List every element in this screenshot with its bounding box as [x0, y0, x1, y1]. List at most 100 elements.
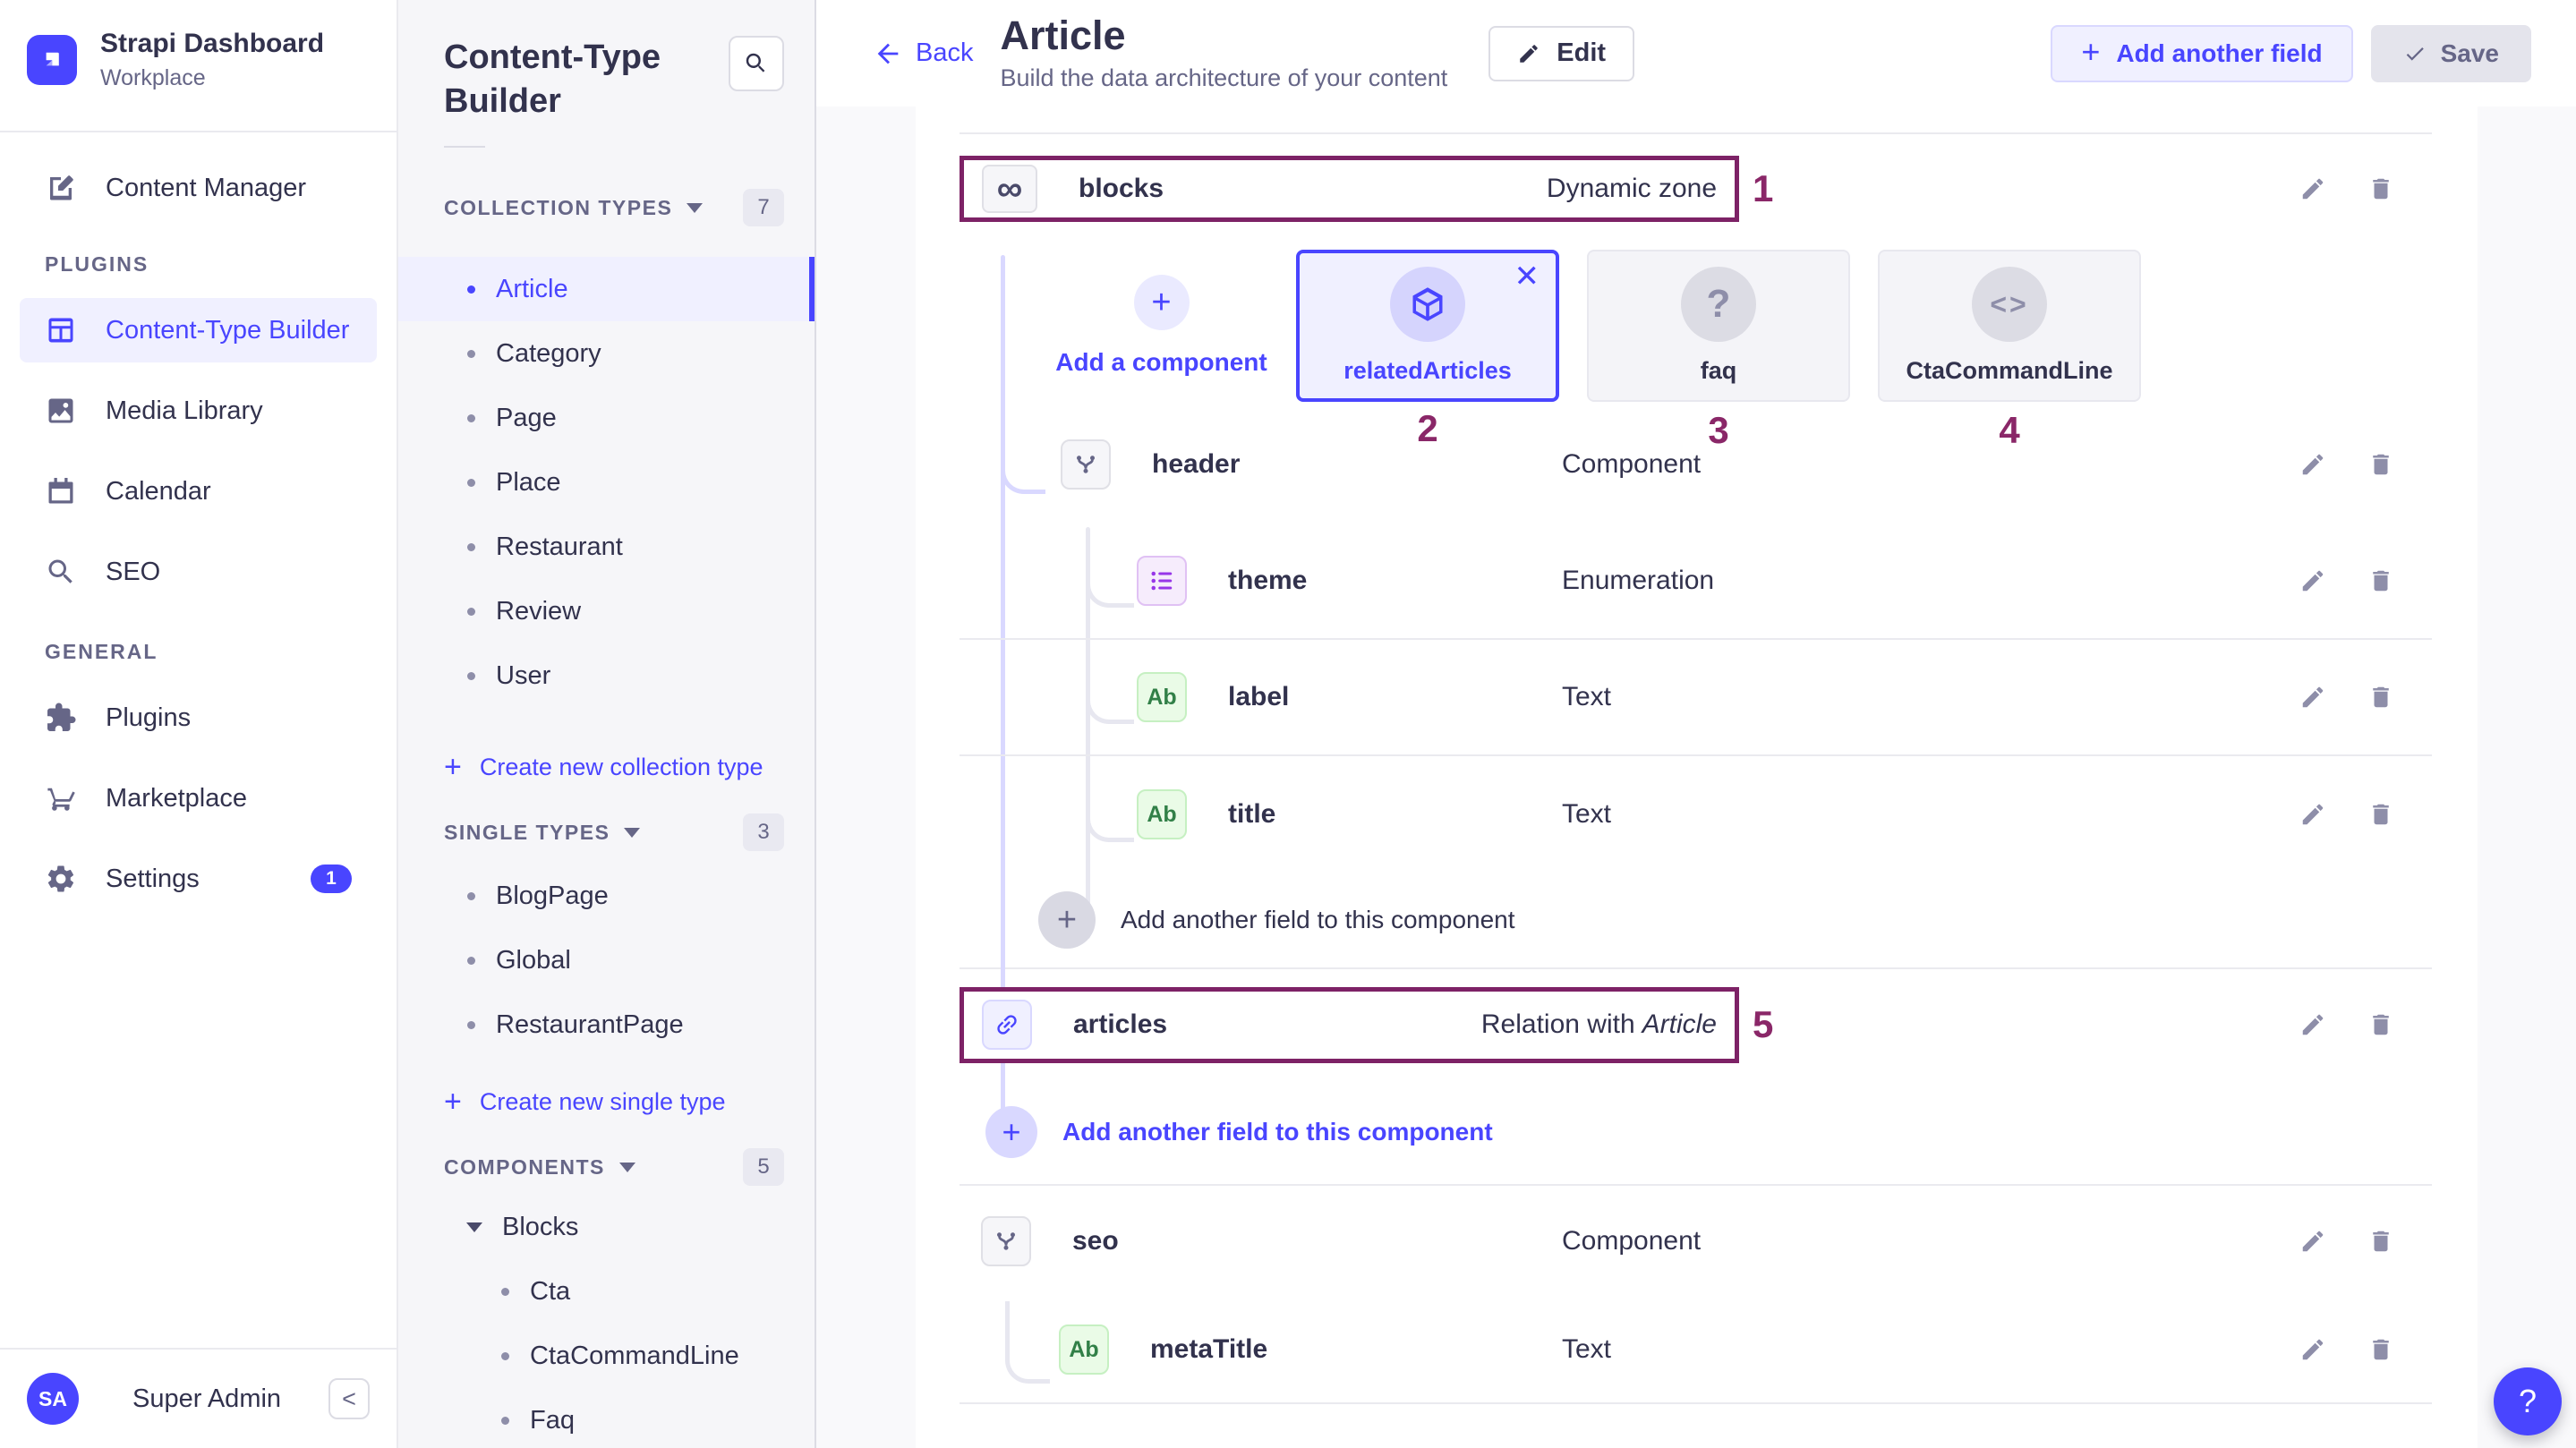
add-field-to-header-component[interactable]: + Add another field to this component: [960, 873, 2432, 967]
create-link-label: Create new collection type: [480, 754, 763, 781]
save-button[interactable]: Save: [2371, 25, 2531, 82]
search-button[interactable]: [729, 36, 784, 91]
components-header[interactable]: COMPONENTS 5: [444, 1148, 784, 1186]
add-field-to-related-component[interactable]: + Add another field to this component: [960, 1080, 2432, 1186]
component-cards: ✕ relatedArticles 2 ? faq 3: [1296, 250, 2141, 402]
subnav-item-blogpage[interactable]: BlogPage: [398, 864, 815, 928]
delete-trash-icon[interactable]: [2367, 1336, 2394, 1363]
subnav-item-label: User: [496, 661, 550, 691]
delete-trash-icon[interactable]: [2367, 1011, 2394, 1038]
subnav-item-label: Faq: [530, 1406, 575, 1435]
delete-trash-icon[interactable]: [2367, 567, 2394, 594]
edit-button[interactable]: Edit: [1488, 26, 1634, 81]
bullet-icon: [467, 672, 475, 680]
back-link[interactable]: Back: [873, 38, 973, 69]
component-card-faq[interactable]: ? faq 3: [1587, 250, 1850, 402]
delete-trash-icon[interactable]: [2367, 175, 2394, 202]
create-single-type-link[interactable]: + Create new single type: [398, 1073, 815, 1130]
bullet-icon: [467, 350, 475, 358]
subnav-item-faq[interactable]: Faq: [398, 1388, 815, 1448]
add-another-field-button[interactable]: + Add another field: [2051, 25, 2352, 82]
user-name: Super Admin: [132, 1384, 328, 1414]
annotation-box-blocks[interactable]: ∞ blocks Dynamic zone 1: [960, 156, 1739, 222]
components-group-blocks[interactable]: Blocks: [398, 1195, 815, 1259]
edit-pencil-icon[interactable]: [2299, 1011, 2326, 1038]
subnav-item-global[interactable]: Global: [398, 928, 815, 992]
subnav-item-place[interactable]: Place: [398, 450, 815, 515]
sidebar-item-label: Calendar: [106, 477, 211, 507]
sidebar-item-label: Media Library: [106, 396, 263, 426]
subnav-item-label: BlogPage: [496, 882, 609, 911]
sidebar-item-label: SEO: [106, 558, 160, 587]
component-card-ctacommandline[interactable]: <> CtaCommandLine 4: [1878, 250, 2141, 402]
sidebar-item-calendar[interactable]: Calendar: [20, 459, 377, 524]
delete-trash-icon[interactable]: [2367, 684, 2394, 711]
sidebar-item-label: Settings: [106, 865, 200, 894]
field-name: theme: [1228, 566, 1307, 596]
field-row-title: Ab title Text: [960, 756, 2432, 873]
add-field-label: Add another field to this component: [1121, 906, 1515, 934]
annotation-box-articles[interactable]: articles Relation withArticle 5: [960, 987, 1739, 1063]
edit-pencil-icon[interactable]: [2299, 684, 2326, 711]
edit-pencil-icon[interactable]: [2299, 801, 2326, 828]
field-name: title: [1228, 799, 1275, 830]
sidebar-item-content-manager[interactable]: Content Manager: [20, 156, 377, 220]
create-collection-type-link[interactable]: + Create new collection type: [398, 738, 815, 796]
sidebar-item-label: Marketplace: [106, 784, 247, 813]
plus-circle-icon: +: [985, 1106, 1037, 1158]
subnav-item-restaurant[interactable]: Restaurant: [398, 515, 815, 579]
chevron-down-icon: [687, 203, 703, 213]
single-types-header[interactable]: SINGLE TYPES 3: [444, 813, 784, 851]
add-component-button[interactable]: + Add a component: [1065, 250, 1258, 402]
avatar[interactable]: SA: [27, 1373, 79, 1425]
sidebar-nav: Content Manager PLUGINS Content-Type Bui…: [0, 132, 397, 1348]
section-heading: COMPONENTS: [444, 1155, 605, 1180]
subnav-item-article[interactable]: Article: [398, 257, 815, 321]
relation-link-icon: [982, 1000, 1032, 1050]
group-label: Blocks: [502, 1213, 578, 1242]
component-card-relatedarticles[interactable]: ✕ relatedArticles 2: [1296, 250, 1559, 402]
sidebar-item-seo[interactable]: SEO: [20, 540, 377, 604]
help-button[interactable]: ?: [2494, 1367, 2562, 1435]
edit-pencil-icon[interactable]: [2299, 1228, 2326, 1255]
sidebar-item-media-library[interactable]: Media Library: [20, 379, 377, 443]
single-types-list: BlogPage Global RestaurantPage: [398, 864, 815, 1057]
sidebar-item-settings[interactable]: Settings 1: [20, 847, 377, 911]
subnav-item-label: Article: [496, 275, 568, 304]
sidebar-item-marketplace[interactable]: Marketplace: [20, 766, 377, 830]
workspace-switcher[interactable]: Strapi Dashboard Workplace: [0, 0, 397, 131]
plus-icon: +: [444, 1085, 462, 1120]
chevron-left-icon: <: [342, 1385, 356, 1413]
section-heading: COLLECTION TYPES: [444, 196, 672, 220]
edit-pencil-icon[interactable]: [2299, 451, 2326, 478]
pen-square-icon: [45, 172, 77, 204]
annotation-number-5: 5: [1753, 1003, 1773, 1046]
field-row-articles: articles Relation withArticle 5: [960, 969, 2432, 1080]
sidebar-item-plugins[interactable]: Plugins: [20, 686, 377, 750]
sidebar-item-content-type-builder[interactable]: Content-Type Builder: [20, 298, 377, 362]
delete-trash-icon[interactable]: [2367, 1228, 2394, 1255]
save-label: Save: [2441, 39, 2499, 68]
subnav-item-restaurantpage[interactable]: RestaurantPage: [398, 992, 815, 1057]
collection-types-count: 7: [743, 189, 784, 226]
edit-label: Edit: [1557, 38, 1606, 68]
subnav-item-review[interactable]: Review: [398, 579, 815, 643]
edit-pencil-icon[interactable]: [2299, 567, 2326, 594]
close-icon[interactable]: ✕: [1514, 259, 1540, 294]
subnav-item-user[interactable]: User: [398, 643, 815, 708]
edit-pencil-icon[interactable]: [2299, 1336, 2326, 1363]
row-actions: [2299, 175, 2394, 202]
subnav-item-cta[interactable]: Cta: [398, 1259, 815, 1324]
puzzle-icon: [45, 702, 77, 734]
delete-trash-icon[interactable]: [2367, 451, 2394, 478]
field-type: Text: [1562, 799, 1611, 830]
component-card-label: relatedArticles: [1343, 357, 1512, 385]
delete-trash-icon[interactable]: [2367, 801, 2394, 828]
edit-pencil-icon[interactable]: [2299, 175, 2326, 202]
collection-types-header[interactable]: COLLECTION TYPES 7: [444, 189, 784, 226]
subnav-item-page[interactable]: Page: [398, 386, 815, 450]
subnav-item-category[interactable]: Category: [398, 321, 815, 386]
collapse-sidebar-button[interactable]: <: [328, 1378, 370, 1419]
plus-icon: +: [2081, 36, 2100, 68]
subnav-item-ctacommandline[interactable]: CtaCommandLine: [398, 1324, 815, 1388]
